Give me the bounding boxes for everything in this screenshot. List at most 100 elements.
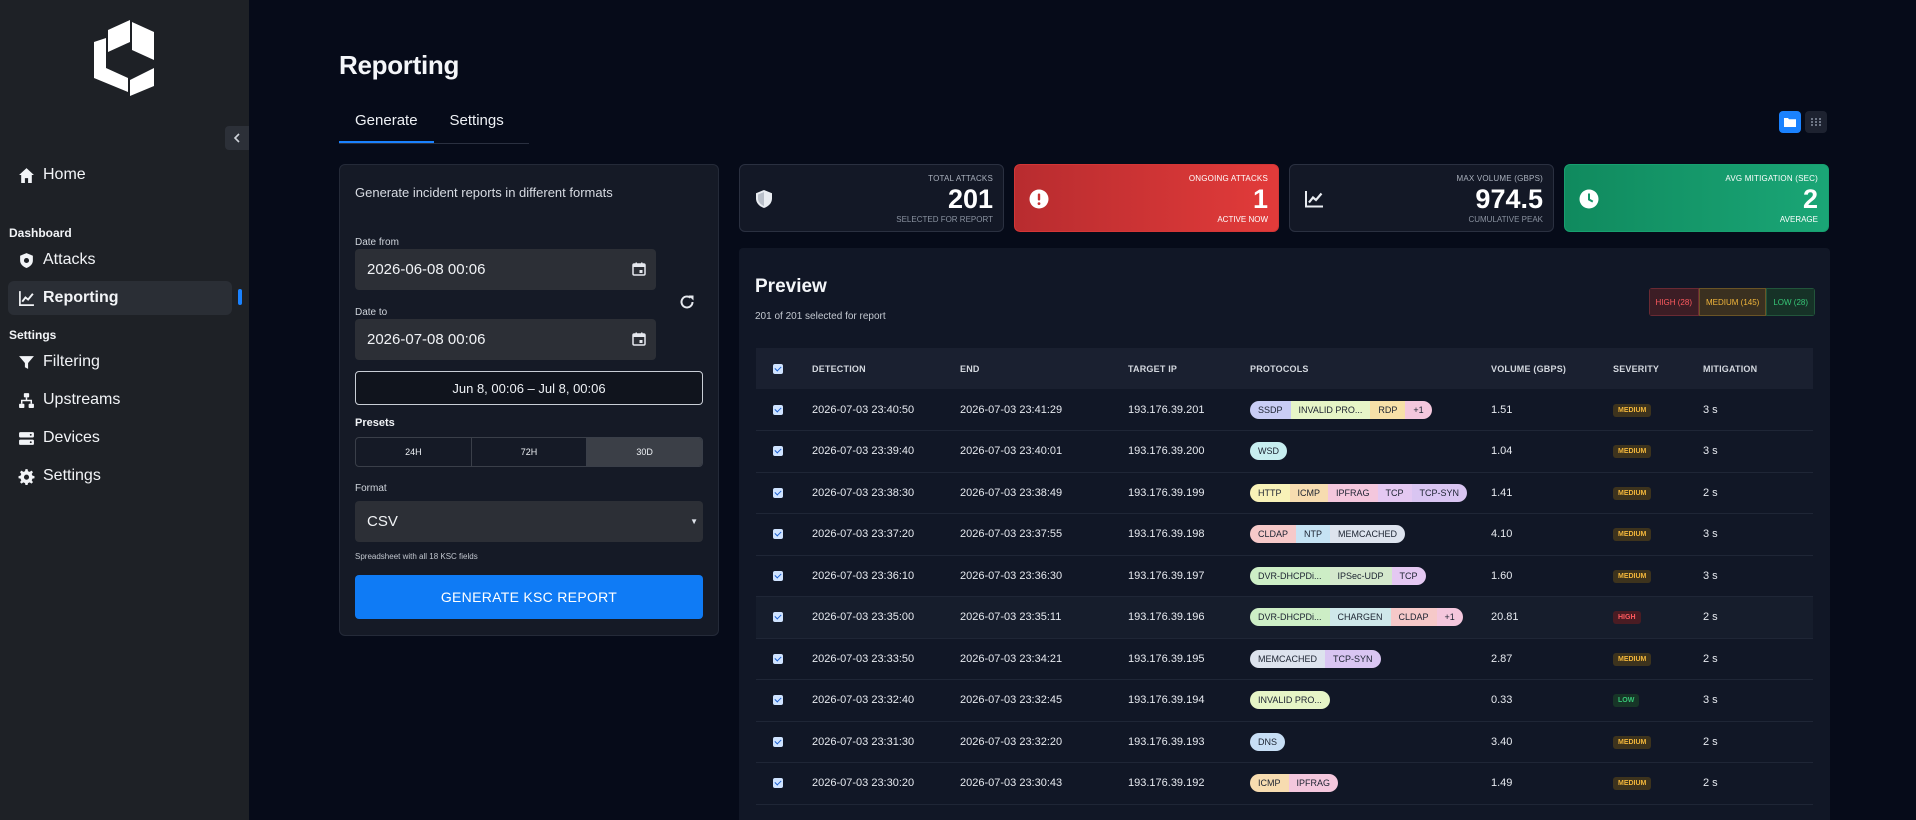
- severity-cell: MEDIUM: [1613, 555, 1703, 597]
- sidebar-item-attacks[interactable]: Attacks: [8, 243, 232, 277]
- protocol-tag: ICMP: [1250, 774, 1289, 793]
- severity-cell: MEDIUM: [1613, 762, 1703, 805]
- date-range-summary[interactable]: Jun 8, 00:06 – Jul 8, 00:06: [355, 371, 703, 405]
- column-header-detection[interactable]: DETECTION: [792, 348, 960, 389]
- table-row[interactable]: 2026-07-03 23:37:20 2026-07-03 23:37:55 19…: [756, 513, 1813, 556]
- stat-label: AVG MITIGATION (SEC): [1725, 174, 1818, 183]
- presets-label: Presets: [355, 417, 395, 429]
- column-header-target-ip[interactable]: TARGET IP: [1128, 348, 1250, 389]
- format-select[interactable]: CSV ▼: [355, 501, 703, 542]
- date-to-value: 2026-07-08 00:06: [367, 331, 486, 348]
- severity-filter-medium[interactable]: MEDIUM (145): [1698, 288, 1767, 316]
- view-grid-button[interactable]: [1805, 111, 1827, 133]
- filter-icon: [19, 355, 34, 369]
- network-icon: [19, 392, 34, 408]
- column-header-end[interactable]: END: [960, 348, 1128, 389]
- row-checkbox[interactable]: [773, 778, 783, 789]
- volume-cell: 1.04: [1491, 430, 1613, 473]
- severity-filter-high[interactable]: HIGH (28): [1648, 288, 1699, 316]
- severity-badge: MEDIUM: [1613, 528, 1652, 542]
- table-row[interactable]: 2026-07-03 23:31:30 2026-07-03 23:32:20 19…: [756, 721, 1813, 763]
- gear-icon: [18, 468, 35, 485]
- stat-value: 2: [1802, 184, 1818, 214]
- table-row[interactable]: 2026-07-03 23:32:40 2026-07-03 23:32:45 19…: [756, 679, 1813, 722]
- row-checkbox[interactable]: [773, 612, 783, 623]
- protocol-tags: DVR-DHCPDi... CHARGEN CLDAP +1: [1250, 608, 1463, 627]
- table-row[interactable]: 2026-07-03 23:30:20 2026-07-03 23:30:43 19…: [756, 762, 1813, 805]
- column-header-severity[interactable]: SEVERITY: [1613, 348, 1703, 389]
- attacks-table: DETECTION END TARGET IP PROTOCOLS VOLUME…: [756, 348, 1813, 805]
- table-row[interactable]: 2026-07-03 23:35:00 2026-07-03 23:35:11 19…: [756, 596, 1813, 639]
- mitigation-cell: 3 s: [1703, 513, 1813, 556]
- table-row[interactable]: 2026-07-03 23:39:40 2026-07-03 23:40:01 19…: [756, 430, 1813, 473]
- severity-cell: MEDIUM: [1613, 513, 1703, 556]
- row-select-cell: [756, 762, 792, 805]
- protocol-tag: DVR-DHCPDi...: [1250, 608, 1330, 627]
- detection-cell: 2026-07-03 23:36:10: [792, 555, 960, 597]
- date-to-input[interactable]: 2026-07-08 00:06: [355, 319, 656, 360]
- sidebar-item-label: Reporting: [43, 289, 119, 306]
- row-checkbox[interactable]: [773, 404, 783, 415]
- severity-cell: MEDIUM: [1613, 638, 1703, 680]
- column-header-volume[interactable]: VOLUME (GBPS): [1491, 348, 1613, 389]
- severity-badge: MEDIUM: [1613, 735, 1652, 749]
- mitigation-cell: 3 s: [1703, 679, 1813, 722]
- date-from-label: Date from: [355, 237, 399, 248]
- view-folder-button[interactable]: [1779, 111, 1801, 133]
- presets-group: 24H 72H 30D: [355, 437, 703, 467]
- row-checkbox[interactable]: [773, 529, 783, 540]
- sidebar-item-filtering[interactable]: Filtering: [8, 345, 232, 379]
- preview-subtitle: 201 of 201 selected for report: [755, 311, 886, 322]
- protocols-cell: HTTP ICMP IPFRAG TCP TCP-SYN: [1250, 472, 1491, 514]
- sidebar-item-reporting[interactable]: Reporting: [8, 281, 232, 315]
- protocol-tags: ICMP IPFRAG: [1250, 774, 1339, 793]
- protocol-tag: NTP: [1296, 525, 1331, 544]
- select-all-checkbox[interactable]: [773, 363, 783, 374]
- table-row[interactable]: 2026-07-03 23:40:50 2026-07-03 23:41:29 19…: [756, 389, 1813, 431]
- severity-cell: LOW: [1613, 679, 1703, 722]
- row-checkbox[interactable]: [773, 736, 783, 747]
- end-cell: 2026-07-03 23:35:11: [960, 596, 1128, 639]
- row-checkbox[interactable]: [773, 487, 783, 498]
- calendar-icon[interactable]: [632, 332, 646, 346]
- protocol-tags: DVR-DHCPDi... IPSec-UDP TCP: [1250, 566, 1426, 585]
- refresh-icon[interactable]: [678, 293, 696, 311]
- protocol-tag: TCP-SYN: [1325, 649, 1381, 668]
- clock-icon: [1579, 189, 1599, 209]
- sidebar-item-home[interactable]: Home: [8, 158, 232, 192]
- preset-30d-button[interactable]: 30D: [587, 438, 702, 466]
- preset-24h-button[interactable]: 24H: [356, 438, 472, 466]
- sidebar-item-devices[interactable]: Devices: [8, 421, 232, 455]
- protocol-tag: CHARGEN: [1329, 608, 1391, 627]
- column-header-mitigation[interactable]: MITIGATION: [1703, 348, 1813, 389]
- target-ip-cell: 193.176.39.194: [1128, 679, 1250, 722]
- row-checkbox[interactable]: [773, 695, 783, 706]
- detection-cell: 2026-07-03 23:33:50: [792, 638, 960, 680]
- protocol-tag: SSDP: [1250, 400, 1291, 419]
- table-row[interactable]: 2026-07-03 23:33:50 2026-07-03 23:34:21 19…: [756, 638, 1813, 680]
- mitigation-cell: 3 s: [1703, 430, 1813, 473]
- protocol-tag: IPSec-UDP: [1329, 566, 1392, 585]
- table-row[interactable]: 2026-07-03 23:38:30 2026-07-03 23:38:49 19…: [756, 472, 1813, 514]
- sidebar-collapse-button[interactable]: [225, 126, 249, 150]
- column-header-protocols[interactable]: PROTOCOLS: [1250, 348, 1491, 389]
- calendar-icon[interactable]: [632, 262, 646, 276]
- row-checkbox[interactable]: [773, 653, 783, 664]
- tab-settings[interactable]: Settings: [434, 112, 520, 143]
- sidebar-item-upstreams[interactable]: Upstreams: [8, 383, 232, 417]
- tab-generate[interactable]: Generate: [339, 112, 434, 143]
- severity-badge: MEDIUM: [1613, 445, 1652, 459]
- table-row[interactable]: 2026-07-03 23:36:10 2026-07-03 23:36:30 19…: [756, 555, 1813, 597]
- protocol-tag: DVR-DHCPDi...: [1250, 566, 1330, 585]
- folder-icon: [1784, 118, 1796, 127]
- severity-filter-low[interactable]: LOW (28): [1766, 288, 1815, 316]
- row-checkbox[interactable]: [773, 570, 783, 581]
- protocol-tag: ICMP: [1289, 483, 1328, 502]
- sidebar-item-settings[interactable]: Settings: [8, 459, 232, 493]
- generate-report-button[interactable]: GENERATE KSC REPORT: [355, 575, 703, 619]
- row-checkbox[interactable]: [773, 446, 783, 457]
- mitigation-cell: 2 s: [1703, 472, 1813, 514]
- date-from-input[interactable]: 2026-06-08 00:06: [355, 249, 656, 290]
- sidebar-item-label: Home: [43, 166, 86, 183]
- preset-72h-button[interactable]: 72H: [472, 438, 588, 466]
